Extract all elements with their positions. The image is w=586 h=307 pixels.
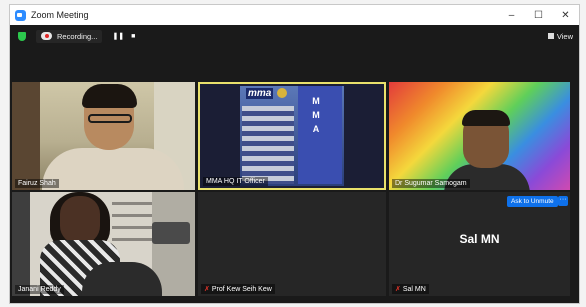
participant-tile[interactable]: Ask to Unmute ··· Sal MN ✗ Sal MN [389,192,570,296]
recording-indicator: Recording... [36,29,103,43]
ask-to-unmute-button[interactable]: Ask to Unmute [507,196,558,207]
building-letters: M M A [312,96,320,134]
participant-name: Sal MN [402,285,426,293]
participant-name-label: MMA HQ IT Officer [203,177,268,186]
participant-name: MMA HQ IT Officer [206,178,265,185]
active-speaker-tile[interactable]: M M A mma MMA HQ IT Officer [198,82,386,190]
seal-icon [277,88,287,98]
participant-video [82,262,162,296]
participant-video [60,196,100,244]
participant-name-label: Janani Reddy [15,285,64,294]
stop-recording-icon[interactable]: ■ [131,33,135,40]
participant-display-name: Sal MN [459,232,500,246]
more-options-button[interactable]: ··· [558,196,568,206]
video-background [12,82,40,190]
recording-label: Recording... [57,31,98,41]
video-background [112,202,152,242]
participant-video [462,110,510,126]
close-button[interactable]: ✕ [552,5,579,25]
meeting-top-bar: Recording... ❚❚ ■ View [10,25,579,47]
cloud-recording-icon [41,32,52,40]
pause-recording-icon[interactable]: ❚❚ [112,32,124,40]
view-button[interactable]: View [547,31,573,41]
mma-logo: mma [246,88,274,99]
participant-name-label: Fairuz Shah [15,179,59,188]
participant-video [88,114,132,123]
muted-mic-icon: ✗ [395,286,401,293]
participant-name-label: ✗ Sal MN [392,284,429,294]
building-image [242,106,294,184]
participant-tile[interactable]: Janani Reddy [12,192,195,296]
participant-video [42,148,184,190]
grid-view-icon [547,33,554,39]
maximize-button[interactable]: ☐ [525,5,552,25]
participant-name: Fairuz Shah [18,180,56,187]
zoom-app-icon [15,9,26,21]
participant-video [82,84,137,108]
title-bar: Zoom Meeting – ☐ ✕ [10,5,579,25]
window-controls: – ☐ ✕ [498,5,579,25]
participant-name: Dr Sugumar Samogam [395,180,467,187]
window-title: Zoom Meeting [31,10,89,20]
muted-mic-icon: ✗ [204,286,210,293]
minimize-button[interactable]: – [498,5,525,25]
participant-name: Prof Kew Seih Kew [211,285,272,293]
video-background [152,222,190,244]
participant-tile[interactable]: Fairuz Shah [12,82,195,190]
participant-tile[interactable]: ✗ Prof Kew Seih Kew [198,192,386,296]
security-shield-icon[interactable] [18,31,26,41]
participant-name-label: Dr Sugumar Samogam [392,179,470,188]
view-label: View [556,31,573,41]
participant-name: Janani Reddy [18,286,61,293]
participant-name-label: ✗ Prof Kew Seih Kew [201,284,275,294]
participant-tile[interactable]: Dr Sugumar Samogam [389,82,570,190]
